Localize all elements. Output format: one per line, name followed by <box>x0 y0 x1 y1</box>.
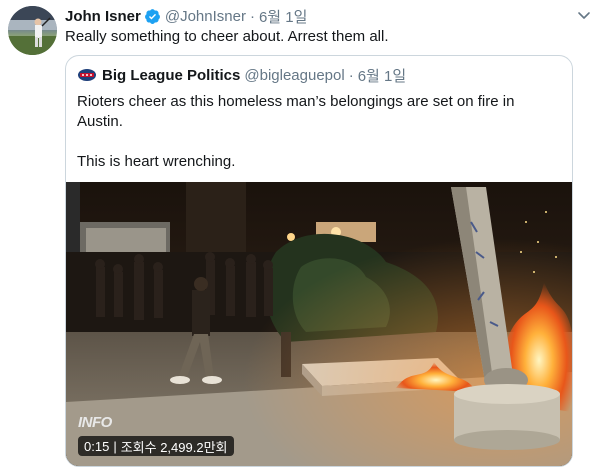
chevron-down-icon[interactable] <box>575 6 593 24</box>
video-watermark: INFO <box>78 414 112 431</box>
quoted-text-line: Rioters cheer as this homeless man’s bel… <box>77 93 515 130</box>
quoted-tweet-card[interactable]: Big League Politics @bigleaguepol · 6월 1… <box>65 55 573 467</box>
tweet-date[interactable]: 6월 1일 <box>259 6 307 27</box>
author-handle[interactable]: @JohnIsner <box>165 8 246 25</box>
video-frame-image <box>66 182 572 466</box>
video-badge-separator: | <box>113 438 117 454</box>
video-info-badge: 0:15 | 조회수 2,499.2만회 <box>78 436 234 456</box>
quoted-tweet-text: Rioters cheer as this homeless man’s bel… <box>77 92 557 172</box>
video-view-count: 조회수 2,499.2만회 <box>120 439 228 455</box>
tweet-text: Really something to cheer about. Arrest … <box>65 28 389 45</box>
quoted-text-line: This is heart wrenching. <box>77 153 236 170</box>
separator-dot: · <box>249 7 255 25</box>
author-name[interactable]: John Isner <box>65 8 141 25</box>
verified-badge-icon <box>144 8 161 25</box>
quoted-tweet-date[interactable]: 6월 1일 <box>358 65 406 86</box>
author-avatar[interactable] <box>8 6 57 55</box>
quoted-author-handle[interactable]: @bigleaguepol <box>244 67 344 84</box>
quoted-separator-dot: · <box>348 66 354 84</box>
video-player[interactable]: INFO 0:15 | 조회수 2,499.2만회 <box>66 182 572 466</box>
video-elapsed-time: 0:15 <box>84 438 110 454</box>
quoted-author-name[interactable]: Big League Politics <box>102 67 240 84</box>
big-league-politics-logo[interactable] <box>77 65 97 85</box>
